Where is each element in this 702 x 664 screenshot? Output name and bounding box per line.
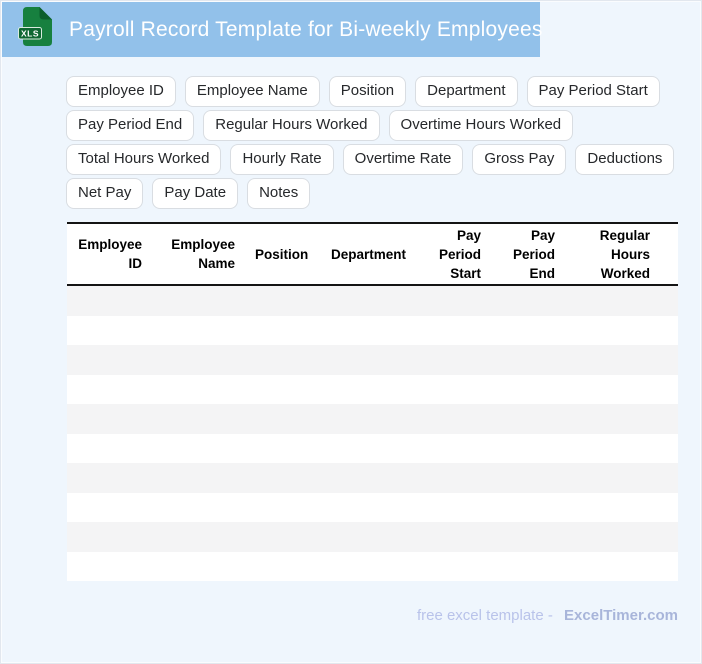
chip-employee-id[interactable]: Employee ID [66,76,176,107]
chip-department[interactable]: Department [415,76,518,107]
col-header-department: Department [330,246,406,262]
chip-total-hours-worked[interactable]: Total Hours Worked [66,144,222,175]
table-row [67,492,678,522]
col-header-regular-hours-worked: Regular Hours Worked [599,227,650,281]
chip-pay-period-start[interactable]: Pay Period Start [526,76,660,107]
chip-regular-hours-worked[interactable]: Regular Hours Worked [203,110,380,141]
col-header-employee-name: Employee Name [171,237,235,271]
table-row [67,433,678,463]
chip-pay-period-end[interactable]: Pay Period End [66,110,195,141]
chip-overtime-hours-worked[interactable]: Overtime Hours Worked [388,110,574,141]
field-chip-list: Employee ID Employee Name Position Depar… [66,76,678,212]
title-banner: XLS Payroll Record Template for Bi-weekl… [2,2,543,57]
xls-badge-label: XLS [21,29,39,39]
template-preview-table: Employee ID Employee Name Position Depar… [67,222,678,581]
chip-overtime-rate[interactable]: Overtime Rate [342,144,464,175]
col-header-position: Position [255,246,309,262]
col-header-employee-id: Employee ID [78,237,142,271]
table-row [67,551,678,581]
table-row [67,345,678,375]
chip-row: Net Pay Pay Date Notes [66,178,678,209]
chip-hourly-rate[interactable]: Hourly Rate [230,144,334,175]
table-row [67,315,678,345]
chip-pay-date[interactable]: Pay Date [152,178,239,209]
table-row [67,374,678,404]
table-header-row: Employee ID Employee Name Position Depar… [67,223,678,285]
page: XLS Payroll Record Template for Bi-weekl… [0,0,702,664]
chip-notes[interactable]: Notes [247,178,311,209]
col-header-pay-period-end: Pay Period End [512,227,555,281]
chip-position[interactable]: Position [328,76,407,107]
col-header-pay-period-start: Pay Period Start [438,227,481,281]
table-row [67,463,678,493]
chip-net-pay[interactable]: Net Pay [66,178,144,209]
footer: free excel template - ExcelTimer.com [67,606,678,626]
footer-caption: free excel template - [416,607,553,624]
table-row [67,522,678,552]
page-title: Payroll Record Template for Bi-weekly Em… [69,17,543,41]
chip-gross-pay[interactable]: Gross Pay [472,144,567,175]
chip-row: Total Hours Worked Hourly Rate Overtime … [66,144,678,175]
xls-file-icon: XLS [18,6,54,53]
chip-deductions[interactable]: Deductions [575,144,675,175]
chip-employee-name[interactable]: Employee Name [184,76,320,107]
chip-row: Pay Period End Regular Hours Worked Over… [66,110,678,141]
footer-brand-link[interactable]: ExcelTimer.com [564,607,678,624]
table-row [67,285,678,316]
empty-rows [67,285,678,581]
table-row [67,404,678,434]
chip-row: Employee ID Employee Name Position Depar… [66,76,678,107]
